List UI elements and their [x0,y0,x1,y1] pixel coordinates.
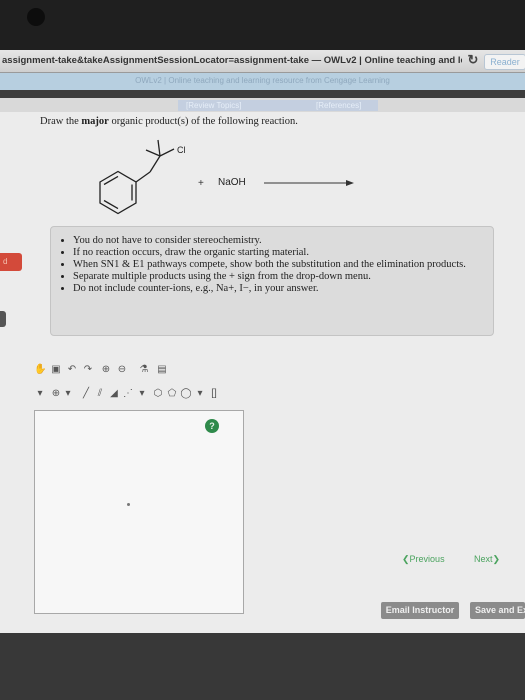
zoom-in-icon[interactable]: ⊕ [100,364,112,376]
benzene-ring [99,170,137,215]
instruction-item: If no reaction occurs, draw the organic … [73,247,493,259]
atom-dropdown-icon[interactable]: ▾ [34,388,46,400]
single-bond-icon[interactable]: ╱ [80,388,92,400]
template-icon[interactable]: ▤ [156,364,168,376]
side-tab-secondary[interactable] [0,311,6,327]
course-header-text: OWLv2 | Online teaching and learning res… [135,76,390,85]
email-instructor-button[interactable]: Email Instructor [381,602,459,619]
question-bold: major [81,116,109,127]
bond-ch2-quaternary [149,155,161,173]
zoom-out-icon[interactable]: ⊖ [116,364,128,376]
hash-bond-icon[interactable]: ⋰ [122,388,134,400]
next-label: Next [474,554,493,564]
question-text: Draw the major organic product(s) of the… [40,116,298,127]
camera-icon [27,8,45,26]
chevron-down-icon[interactable]: ▾ [62,388,74,400]
chevron-down-icon[interactable]: ▾ [194,388,206,400]
question-prefix: Draw the [40,116,82,127]
review-topics-link[interactable]: [Review Topics] [186,101,241,110]
footer-area: Email Instructor Save and Exit [0,602,525,700]
double-bond-icon[interactable]: ⫽ [94,388,106,400]
eraser-icon[interactable]: ▣ [50,364,62,376]
editor-toolbar-bottom: ▾ ⊕ ▾ ╱ ⫽ ◢ ⋰ ▾ ⬡ ⬠ ◯ ▾ [] [34,388,264,402]
ring-icon[interactable]: ⬡ [152,388,164,400]
lasso-icon[interactable]: ✋ [34,364,46,376]
next-button[interactable]: Next❯ [474,554,500,565]
clean-icon[interactable]: ⚗ [138,364,150,376]
address-text[interactable]: assignment-take&takeAssignmentSessionLoc… [2,55,462,66]
help-icon[interactable]: ? [205,419,219,433]
reagent-naoh: NaOH [218,177,246,188]
chevron-left-icon: ❮ [402,554,410,564]
reader-button[interactable]: Reader [484,54,525,70]
save-and-exit-button[interactable]: Save and Exit [470,602,525,619]
undo-icon[interactable]: ↶ [66,364,78,376]
drawing-canvas[interactable]: ? [34,410,244,614]
chevron-down-icon[interactable]: ▾ [136,388,148,400]
bond-c-cl [159,148,175,157]
bracket-icon[interactable]: [] [208,388,220,400]
reaction-arrow [264,180,354,186]
bond-methyl-left [145,149,161,157]
wedge-bond-icon[interactable]: ◢ [108,388,120,400]
question-suffix: organic product(s) of the following reac… [108,116,298,127]
reload-icon[interactable]: ↻ [466,53,480,67]
course-header: OWLv2 | Online teaching and learning res… [0,73,525,90]
previous-label: Previous [409,554,445,564]
bond-ring-ch2 [135,171,151,183]
bond-methyl-up [157,139,161,157]
assignment-page: [Review Topics] [References] Draw the ma… [0,98,525,633]
instruction-item: You do not have to consider stereochemis… [73,235,493,247]
address-bar[interactable]: assignment-take&takeAssignmentSessionLoc… [0,50,525,73]
side-tab[interactable]: d [0,253,22,271]
previous-button[interactable]: ❮Previous [402,554,445,565]
ring-5-icon[interactable]: ⬠ [166,388,178,400]
instruction-item: When SN1 & E1 pathways compete, show bot… [73,259,493,271]
instruction-item: Separate multiple products using the + s… [73,271,493,283]
chlorine-label: Cl [177,145,186,155]
links-bar: [Review Topics] [References] [0,98,525,112]
header-divider [0,90,525,98]
chevron-right-icon: ❯ [492,554,501,564]
canvas-cursor [127,503,130,506]
instruction-item: Do not include counter-ions, e.g., Na+, … [73,283,493,295]
charge-plus-icon[interactable]: ⊕ [50,388,62,400]
monitor-bezel [0,0,525,50]
instructions-box: You do not have to consider stereochemis… [50,226,494,336]
ring-double-bond-1 [103,175,119,186]
references-link[interactable]: [References] [316,101,361,110]
links-bar-inner: [Review Topics] [References] [178,100,378,111]
editor-toolbar-top: ✋ ▣ ↶ ↷ ⊕ ⊖ ⚗ ▤ [34,364,186,378]
ring-6-icon[interactable]: ◯ [180,388,192,400]
ring-double-bond-3 [103,199,119,210]
plus-sign: + [198,178,204,189]
redo-icon[interactable]: ↷ [82,364,94,376]
